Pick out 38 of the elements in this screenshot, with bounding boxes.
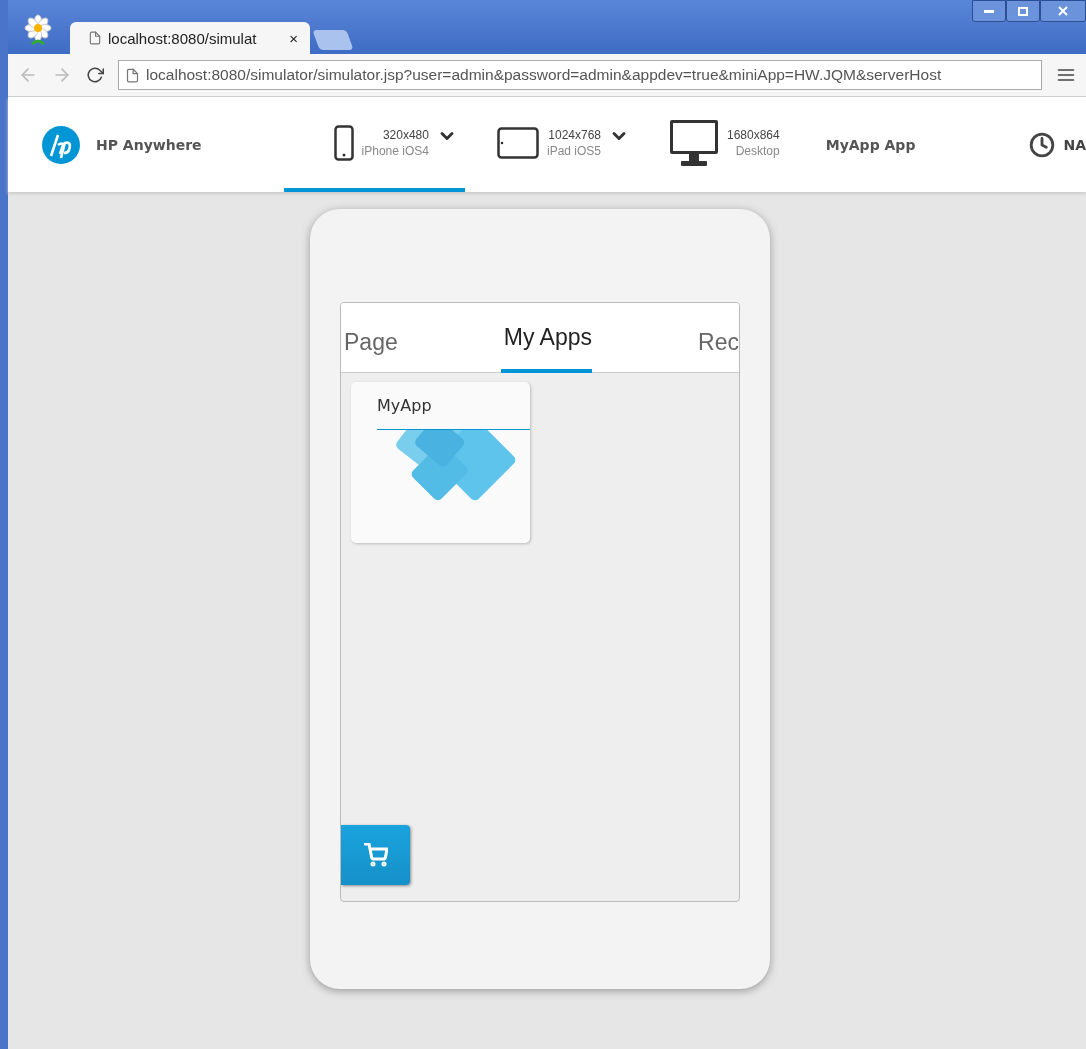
device-name: Desktop [735, 142, 780, 159]
browser-tab[interactable]: localhost:8080/simulat × [70, 22, 310, 54]
close-button[interactable] [1040, 0, 1086, 22]
device-name: iPad iOS5 [546, 142, 601, 159]
device-tab[interactable]: 320x480 iPhone iOS4 [283, 97, 465, 192]
maximize-icon [1018, 6, 1028, 16]
cart-button[interactable] [341, 825, 410, 885]
device-tab[interactable]: 1680x864 Desktop [661, 97, 788, 192]
resolution-label: 320x480 [382, 126, 429, 143]
cart-icon [363, 843, 388, 867]
screen-tab[interactable]: Page [341, 329, 398, 372]
resolution-label: 1024x768 [548, 126, 601, 143]
page-icon [125, 67, 140, 83]
resolution-label: 1680x864 [727, 126, 780, 143]
tablet-icon [496, 126, 539, 159]
hp-logo [42, 125, 80, 164]
new-tab-button[interactable] [312, 30, 354, 50]
close-icon [1058, 6, 1068, 16]
maximize-button[interactable] [1006, 0, 1040, 22]
page-icon [88, 31, 102, 45]
tab-close-button[interactable]: × [289, 29, 298, 47]
clock-icon [1029, 131, 1056, 158]
monitor-icon [669, 118, 719, 167]
app-card[interactable]: MyApp [351, 382, 530, 543]
app-name: MyApp App [825, 136, 916, 153]
screen-tab[interactable]: My Apps [500, 324, 592, 373]
flower-icon [24, 14, 52, 48]
device-name: iPhone iOS4 [361, 142, 429, 159]
device-tab[interactable]: 1024x768 iPad iOS5 [488, 97, 637, 192]
reload-icon[interactable] [86, 66, 104, 84]
clock-text: NA [1063, 136, 1086, 153]
brand-name: HP Anywhere [96, 136, 202, 153]
screen-tab[interactable]: Rec [695, 329, 739, 372]
phone-icon [333, 124, 354, 161]
minimize-button[interactable] [972, 0, 1006, 22]
address-bar[interactable]: localhost:8080/simulator/simulator.jsp?user=admin&password=admin&appdev=true&miniApp=HW.JQM&serverHost [118, 60, 1042, 90]
minimize-icon [984, 9, 994, 13]
tab-title: localhost:8080/simulat [108, 29, 258, 47]
